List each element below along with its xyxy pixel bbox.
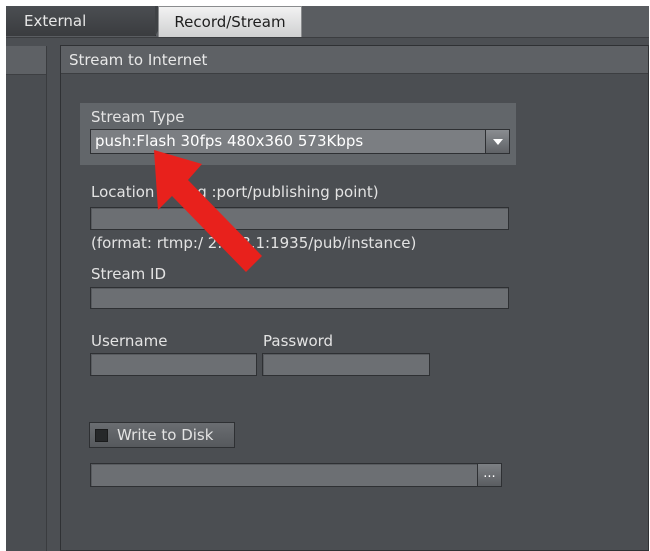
left-column-header [6,46,46,75]
password-label: Password [263,332,334,350]
left-column [6,46,47,551]
write-to-disk-checkbox[interactable] [95,429,108,442]
password-input[interactable] [262,353,430,376]
write-to-disk-label: Write to Disk [117,426,214,444]
browse-button[interactable]: ... [477,463,502,487]
username-label: Username [91,332,168,350]
chevron-down-icon[interactable] [485,129,510,154]
disk-path-input[interactable] [90,463,478,487]
stream-type-label: Stream Type [91,108,185,126]
panel-title: Stream to Internet [61,46,648,74]
username-input[interactable] [90,353,257,376]
tab-external[interactable]: External [6,6,173,36]
arrow-shape [154,150,262,272]
tab-record-stream[interactable]: Record/Stream [158,6,302,37]
stream-id-input[interactable] [90,287,509,309]
annotation-arrow-icon [154,150,262,272]
